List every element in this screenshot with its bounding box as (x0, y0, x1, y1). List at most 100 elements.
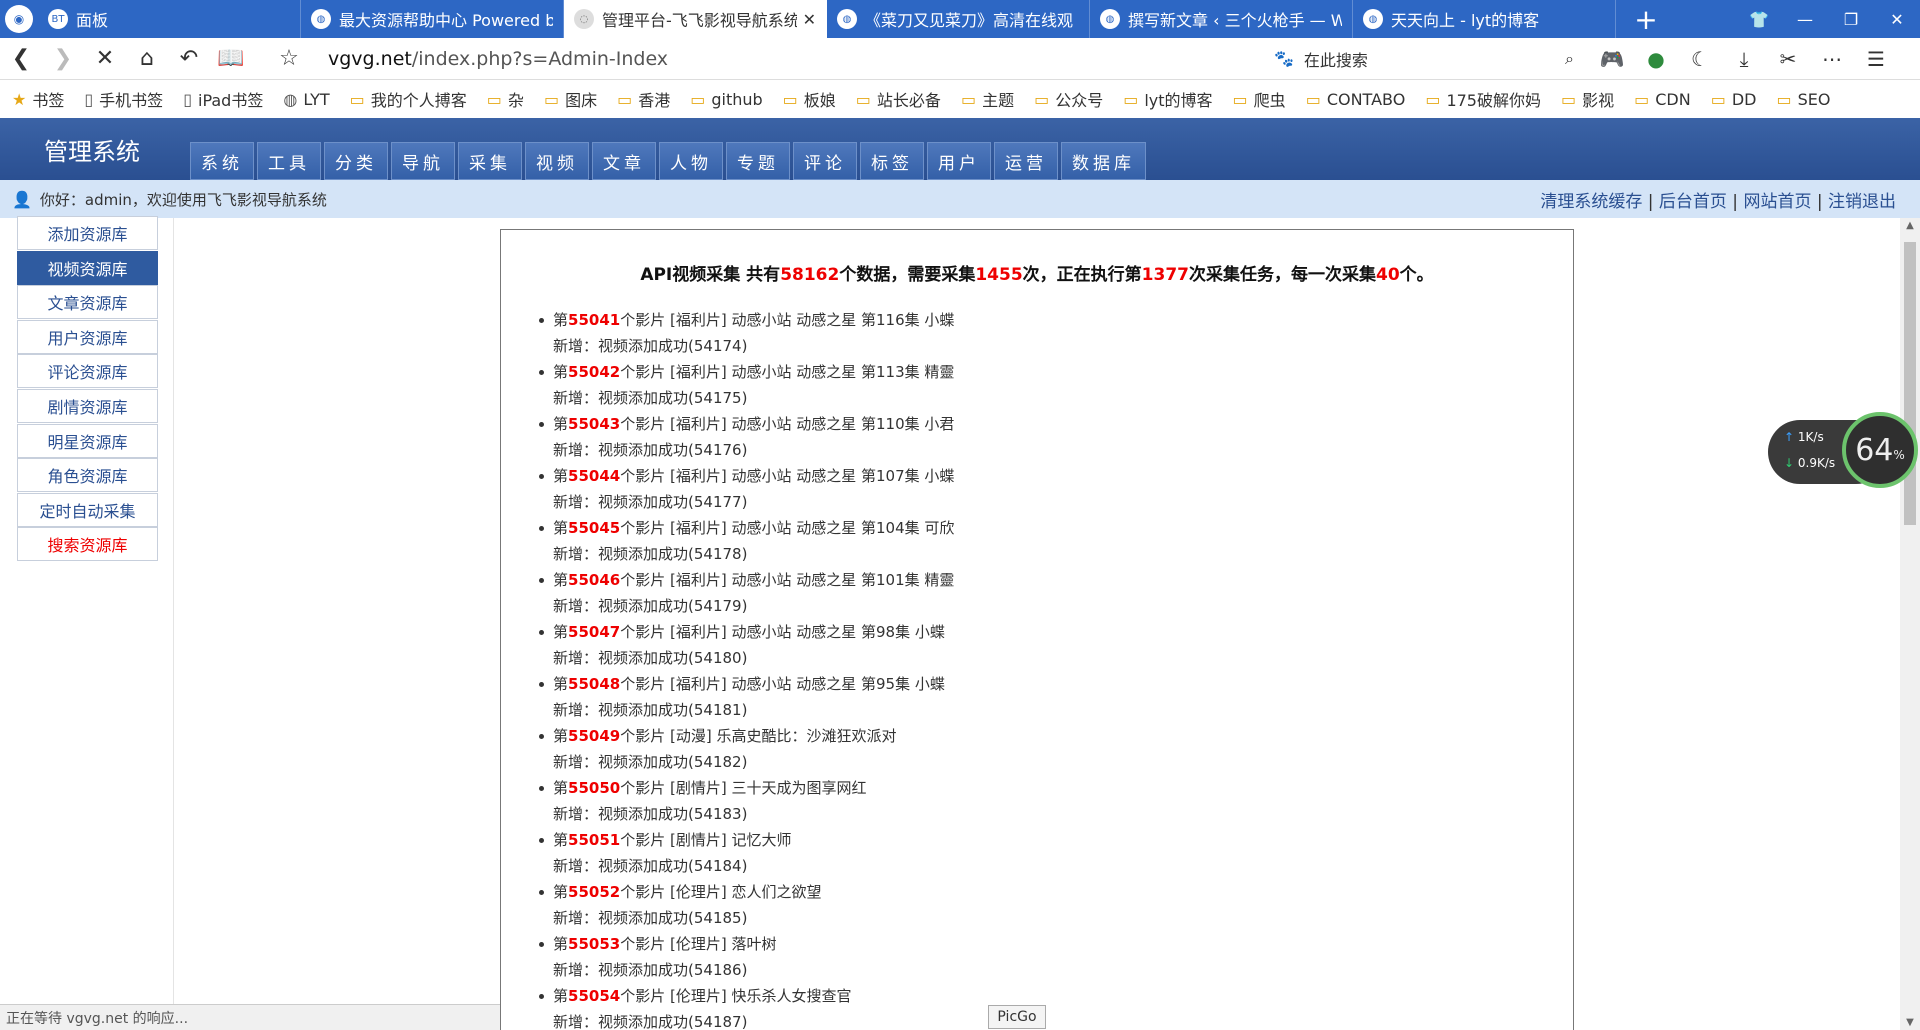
item-number: 55047 (568, 623, 621, 641)
picgo-taskbar-label[interactable]: PicGo (988, 1005, 1046, 1029)
game-icon[interactable]: 🎮 (1590, 47, 1634, 71)
item-suffix: 个影片 (620, 727, 666, 745)
bookmark-item[interactable]: ▭ 香港 (617, 87, 670, 111)
restore-icon[interactable]: ❐ (1828, 0, 1874, 38)
sidebar-item[interactable]: 搜索资源库 (17, 527, 158, 562)
nav-item-7[interactable]: 人物 (659, 142, 723, 180)
reader-icon[interactable]: 📖 (210, 38, 252, 80)
nav-item-13[interactable]: 数据库 (1061, 142, 1146, 180)
menu-icon[interactable]: ☰ (1854, 47, 1898, 71)
top-link[interactable]: 网站首页 (1743, 192, 1811, 212)
browser-tab[interactable]: BT 面板 (38, 0, 301, 38)
page-scrollbar[interactable]: ▲ ▼ (1900, 218, 1920, 1030)
nav-item-1[interactable]: 工具 (257, 142, 321, 180)
shirt-skin-icon[interactable]: 👕 (1736, 0, 1782, 38)
scroll-up-icon[interactable]: ▲ (1900, 220, 1920, 231)
nav-item-10[interactable]: 标签 (860, 142, 924, 180)
nav-item-2[interactable]: 分类 (324, 142, 388, 180)
close-tab-icon[interactable]: ✕ (803, 10, 816, 29)
nav-item-6[interactable]: 文章 (592, 142, 656, 180)
new-tab-button[interactable]: + (1616, 0, 1676, 38)
sidebar-item[interactable]: 视频资源库 (17, 250, 158, 285)
more-icon[interactable]: ⋯ (1810, 47, 1854, 71)
bookmark-item[interactable]: ▭ github (690, 90, 762, 109)
download-icon[interactable]: ⤓ (1722, 47, 1766, 71)
bookmark-item[interactable]: ★ 书签 (12, 87, 64, 111)
top-link[interactable]: 后台首页 (1659, 192, 1727, 212)
browser-tab[interactable]: ◌ 管理平台-飞飞影视导航系统 ✕ (564, 0, 827, 38)
bookmark-item[interactable]: ▭ CDN (1634, 90, 1691, 109)
result-id: (54187) (688, 1013, 748, 1030)
sidebar-item[interactable]: 剧情资源库 (17, 389, 158, 423)
bookmark-item[interactable]: ▭ 图床 (544, 87, 597, 111)
item-suffix: 个影片 (620, 519, 666, 537)
bookmark-label: 爬虫 (1253, 91, 1286, 110)
bookmark-item[interactable]: ▭ 站长必备 (856, 87, 941, 111)
item-suffix: 个影片 (620, 987, 666, 1005)
forward-icon[interactable]: ❯ (42, 38, 84, 80)
nav-item-3[interactable]: 导航 (391, 142, 455, 180)
bookmark-item[interactable]: ▭ lyt的博客 (1123, 87, 1212, 111)
bookmark-item[interactable]: ▭ 公众号 (1034, 87, 1103, 111)
browser-tab[interactable]: ◍ 撰写新文章 ‹ 三个火枪手 — W (1090, 0, 1353, 38)
cpu-gauge[interactable]: 64% (1842, 412, 1918, 488)
bookmark-item[interactable]: ▭ 主题 (961, 87, 1014, 111)
bookmark-item[interactable]: ▯ 手机书签 (84, 87, 163, 111)
nav-item-4[interactable]: 采集 (458, 142, 522, 180)
bookmark-item[interactable]: ▭ DD (1711, 90, 1757, 109)
nav-item-9[interactable]: 评论 (793, 142, 857, 180)
bookmark-star-icon[interactable]: ☆ (268, 38, 310, 80)
list-item: 第55052个影片 [伦理片] 恋人们之欲望 (539, 879, 1573, 905)
sidebar-item[interactable]: 添加资源库 (17, 216, 158, 250)
bookmark-item[interactable]: ▭ 影视 (1561, 87, 1614, 111)
night-mode-icon[interactable]: ☾ (1678, 47, 1722, 71)
sidebar-item[interactable]: 定时自动采集 (17, 492, 158, 527)
top-link[interactable]: 清理系统缓存 (1540, 192, 1642, 212)
nav-item-5[interactable]: 视频 (525, 142, 589, 180)
sidebar-item[interactable]: 用户资源库 (17, 319, 158, 354)
bookmark-item[interactable]: ▭ 175破解你妈 (1425, 87, 1541, 111)
user-icon: 👤 (12, 189, 32, 209)
nav-item-0[interactable]: 系统 (190, 142, 254, 180)
bookmark-item[interactable]: ▯ iPad书签 (183, 87, 263, 111)
browser-tab[interactable]: ◍ 天天向上 - lyt的博客 (1353, 0, 1616, 38)
scroll-down-icon[interactable]: ▼ (1900, 1017, 1920, 1028)
search-icon[interactable]: ⌕ (1565, 49, 1574, 69)
result-prefix: 新增：视频添加成功 (553, 389, 689, 407)
nav-item-11[interactable]: 用户 (927, 142, 991, 180)
search-box[interactable]: 🐾 在此搜索 ⌕ (1274, 44, 1574, 74)
extension-icon[interactable]: ● (1634, 47, 1678, 71)
undo-icon[interactable]: ↶ (168, 38, 210, 80)
sidebar-item[interactable]: 明星资源库 (17, 423, 158, 458)
back-icon[interactable]: ❮ (0, 38, 42, 80)
bookmark-item[interactable]: ▭ SEO (1776, 90, 1830, 109)
bookmark-item[interactable]: ▭ 爬虫 (1233, 87, 1286, 111)
sidebar-item[interactable]: 文章资源库 (17, 285, 158, 320)
nav-item-12[interactable]: 运营 (994, 142, 1058, 180)
close-window-icon[interactable]: ✕ (1874, 0, 1920, 38)
bookmark-item[interactable]: ▭ 我的个人搏客 (350, 87, 467, 111)
top-link[interactable]: 注销退出 (1828, 192, 1896, 212)
bookmark-item[interactable]: ▭ 杂 (487, 87, 524, 111)
bookmark-item[interactable]: ▭ 板娘 (783, 87, 836, 111)
item-suffix: 个影片 (620, 779, 666, 797)
stop-icon[interactable]: ✕ (84, 38, 126, 80)
bookmark-item[interactable]: ◍ LYT (283, 90, 329, 109)
scissors-icon[interactable]: ✂ (1766, 47, 1810, 71)
scroll-thumb[interactable] (1904, 242, 1916, 525)
bookmark-item[interactable]: ▭ CONTABO (1306, 90, 1406, 109)
browser-tab[interactable]: ◍ 最大资源帮助中心 Powered b (301, 0, 564, 38)
search-input[interactable]: 在此搜索 (1304, 47, 1565, 71)
sidebar-item[interactable]: 评论资源库 (17, 354, 158, 389)
browser-tab[interactable]: ◍ 《菜刀又见菜刀》高清在线观 (827, 0, 1090, 38)
main-nav: 系统 工具 分类 导航 采集 视频 文章 人物 专题 评论 标签 用户 运营 数据库 (190, 142, 1149, 180)
item-prefix: 第 (553, 363, 569, 381)
browser-logo-icon[interactable]: ◉ (0, 0, 38, 38)
home-icon[interactable]: ⌂ (126, 38, 168, 80)
paw-search-engine-icon[interactable]: 🐾 (1274, 49, 1294, 68)
item-suffix: 个影片 (620, 623, 666, 641)
url-field[interactable]: vgvg.net/index.php?s=Admin-Index (328, 48, 1188, 70)
nav-item-8[interactable]: 专题 (726, 142, 790, 180)
sidebar-item[interactable]: 角色资源库 (17, 458, 158, 493)
minimize-icon[interactable]: — (1782, 0, 1828, 38)
